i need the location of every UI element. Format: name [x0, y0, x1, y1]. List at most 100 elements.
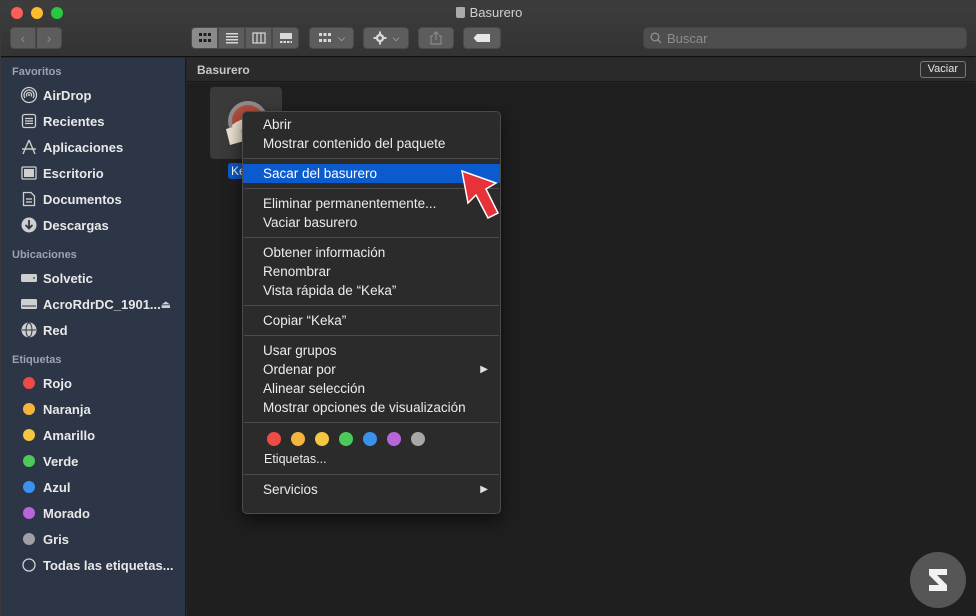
- sidebar-item-acrordrdc[interactable]: AcroRdrDC_1901... ⏏: [1, 291, 185, 317]
- sidebar-item-network[interactable]: Red: [1, 317, 185, 343]
- airdrop-icon: [19, 85, 39, 105]
- window-title: Basurero: [469, 5, 523, 20]
- sidebar-item-applications[interactable]: Aplicaciones: [1, 134, 185, 160]
- tag-icon: [473, 34, 490, 42]
- submenu-arrow-icon: ▶: [480, 484, 488, 495]
- toolbar: Basurero ‹ › ⌵ ⌵: [1, 1, 976, 57]
- submenu-arrow-icon: ▶: [480, 364, 488, 375]
- sidebar-heading-locations: Ubicaciones: [12, 249, 77, 261]
- action-menu-button[interactable]: ⌵: [363, 27, 409, 49]
- sidebar-item-desktop[interactable]: Escritorio: [1, 160, 185, 186]
- sidebar-item-all-tags[interactable]: Todas las etiquetas...: [1, 552, 185, 578]
- menu-item-align-selection[interactable]: Alinear selección: [243, 379, 500, 398]
- list-view-button[interactable]: [218, 27, 245, 49]
- sidebar-item-label: Documentos: [43, 191, 122, 207]
- chevron-down-icon: ⌵: [392, 32, 400, 43]
- sidebar-item-tag-orange[interactable]: Naranja: [1, 396, 185, 422]
- sidebar-item-label: Azul: [43, 479, 71, 495]
- gray-tag-icon: [23, 533, 35, 545]
- sidebar-item-label: AcroRdrDC_1901...: [43, 296, 161, 312]
- chevron-right-icon: ›: [46, 30, 52, 46]
- sidebar-item-label: Descargas: [43, 217, 109, 233]
- menu-item-use-groups[interactable]: Usar grupos: [243, 341, 500, 360]
- list-icon: [225, 33, 238, 44]
- sidebar-item-label: Todas las etiquetas...: [43, 557, 174, 573]
- orange-tag-icon: [23, 403, 35, 415]
- menu-item-sort-by[interactable]: Ordenar por ▶: [243, 360, 500, 379]
- finder-window: Basurero ‹ › ⌵ ⌵ Buscar Favoritos AirDro…: [0, 0, 976, 616]
- menu-item-services[interactable]: Servicios ▶: [243, 480, 500, 499]
- menu-item-rename[interactable]: Renombrar: [243, 262, 500, 281]
- sidebar-item-tag-yellow[interactable]: Amarillo: [1, 422, 185, 448]
- sidebar-item-tag-green[interactable]: Verde: [1, 448, 185, 474]
- all-tags-icon: [19, 555, 39, 575]
- sidebar-item-airdrop[interactable]: AirDrop: [1, 82, 185, 108]
- sidebar-item-documents[interactable]: Documentos: [1, 186, 185, 212]
- sidebar-item-tag-gray[interactable]: Gris: [1, 526, 185, 552]
- menu-item-label: Servicios: [263, 482, 318, 497]
- share-button[interactable]: [418, 27, 454, 49]
- edit-tags-button[interactable]: [463, 27, 501, 49]
- tag-color-green[interactable]: [339, 432, 353, 446]
- sidebar-item-tag-blue[interactable]: Azul: [1, 474, 185, 500]
- yellow-tag-icon: [23, 429, 35, 441]
- menu-separator: [244, 158, 499, 159]
- purple-tag-icon: [23, 507, 35, 519]
- sidebar-item-label: Solvetic: [43, 270, 93, 286]
- tag-color-purple[interactable]: [387, 432, 401, 446]
- forward-button[interactable]: ›: [36, 27, 62, 49]
- eject-icon[interactable]: ⏏: [161, 298, 171, 311]
- sidebar-item-tag-purple[interactable]: Morado: [1, 500, 185, 526]
- menu-separator: [244, 474, 499, 475]
- menu-item-open[interactable]: Abrir: [243, 115, 500, 134]
- desktop-icon: [19, 163, 39, 183]
- sidebar-item-label: Rojo: [43, 375, 72, 391]
- sidebar-item-downloads[interactable]: Descargas: [1, 212, 185, 238]
- group-grid-icon: [319, 33, 332, 42]
- trash-icon: [455, 7, 465, 18]
- sidebar-item-label: Amarillo: [43, 427, 96, 443]
- menu-item-view-options[interactable]: Mostrar opciones de visualización: [243, 398, 500, 417]
- disk-image-icon: [19, 294, 39, 314]
- menu-separator: [244, 335, 499, 336]
- gallery-icon: [279, 33, 292, 43]
- annotation-arrow-icon: [461, 169, 500, 220]
- sidebar-item-solvetic[interactable]: Solvetic: [1, 265, 185, 291]
- sidebar-item-label: Verde: [43, 453, 79, 469]
- tag-color-red[interactable]: [267, 432, 281, 446]
- menu-separator: [244, 305, 499, 306]
- menu-item-tags[interactable]: Etiquetas...: [243, 450, 500, 469]
- share-icon: [430, 31, 442, 45]
- icon-view-button[interactable]: [191, 27, 218, 49]
- tag-color-picker: [243, 428, 500, 450]
- sidebar-item-label: Escritorio: [43, 165, 104, 181]
- group-by-button[interactable]: ⌵: [309, 27, 354, 49]
- sidebar-item-label: Gris: [43, 531, 70, 547]
- gallery-view-button[interactable]: [272, 27, 299, 49]
- sidebar-item-tag-red[interactable]: Rojo: [1, 370, 185, 396]
- tag-color-gray[interactable]: [411, 432, 425, 446]
- tag-color-orange[interactable]: [291, 432, 305, 446]
- sidebar-heading-tags: Etiquetas: [12, 354, 62, 366]
- sidebar-heading-favorites: Favoritos: [12, 66, 62, 78]
- search-input[interactable]: [667, 30, 947, 46]
- back-button[interactable]: ‹: [10, 27, 36, 49]
- hard-drive-icon: [19, 268, 39, 288]
- menu-item-get-info[interactable]: Obtener información: [243, 243, 500, 262]
- menu-item-copy[interactable]: Copiar “Keka”: [243, 311, 500, 330]
- sidebar-item-label: Recientes: [43, 113, 105, 129]
- search-icon: [650, 32, 662, 44]
- tag-color-blue[interactable]: [363, 432, 377, 446]
- network-icon: [19, 320, 39, 340]
- search-field[interactable]: [643, 27, 967, 49]
- chevron-left-icon: ‹: [20, 30, 26, 46]
- menu-item-quick-look[interactable]: Vista rápida de “Keka”: [243, 281, 500, 300]
- sidebar-item-label: Naranja: [43, 401, 91, 417]
- column-view-button[interactable]: [245, 27, 272, 49]
- sidebar-item-label: Morado: [43, 505, 90, 521]
- sidebar-item-recents[interactable]: Recientes: [1, 108, 185, 134]
- tag-color-yellow[interactable]: [315, 432, 329, 446]
- empty-trash-button[interactable]: Vaciar: [919, 61, 966, 78]
- menu-item-show-package-contents[interactable]: Mostrar contenido del paquete: [243, 134, 500, 153]
- view-mode-control: [191, 27, 299, 49]
